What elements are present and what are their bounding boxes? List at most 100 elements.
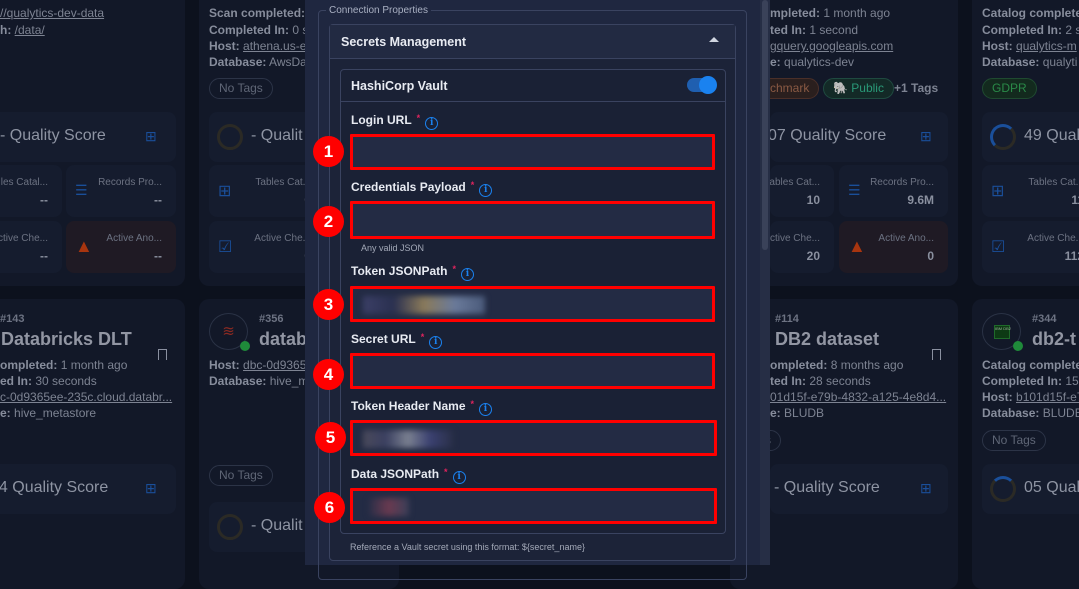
- hierarchy-icon[interactable]: ⊞: [920, 128, 932, 145]
- tag-pill-public: 🐘 Public: [823, 78, 894, 99]
- info-icon[interactable]: i: [425, 117, 439, 130]
- vault-toggle[interactable]: [687, 76, 717, 94]
- stat-value: 9.6M: [907, 193, 934, 207]
- more-tags[interactable]: +1 Tags: [894, 81, 938, 95]
- warning-icon: ▲: [848, 236, 866, 256]
- token-jsonpath-input[interactable]: [350, 286, 715, 322]
- stat-label: Records Pro...: [98, 177, 162, 188]
- database-value: hive_metastore: [14, 406, 97, 420]
- datastore-title[interactable]: DB2 dataset: [775, 329, 879, 350]
- token-header-name-label: Token Header Name * i: [351, 399, 493, 416]
- stat-label: ctive Che...: [0, 233, 48, 244]
- hierarchy-icon[interactable]: ⊞: [920, 480, 932, 497]
- datastore-card[interactable]: #143 Databricks DLT ompleted: 1 month ag…: [0, 299, 185, 589]
- info-icon[interactable]: i: [460, 268, 474, 281]
- databricks-avatar: ≋: [209, 313, 250, 351]
- stat-value: --: [40, 193, 48, 207]
- bookmark-icon[interactable]: [158, 349, 167, 360]
- datastore-id: #143: [0, 313, 25, 325]
- section-title: Secrets Management: [341, 35, 467, 49]
- database-label: Database:: [982, 406, 1040, 420]
- datastore-card[interactable]: //qualytics-dev-data h: /data/ s - Quali…: [0, 0, 185, 286]
- redacted-value: [369, 498, 409, 516]
- datastore-title[interactable]: datab: [259, 329, 307, 350]
- database-value: BLUDB: [1042, 406, 1079, 420]
- step-badge: 3: [313, 289, 344, 320]
- vault-title: HashiCorp Vault: [351, 79, 448, 93]
- info-icon[interactable]: i: [452, 471, 466, 484]
- database-label: e:: [770, 55, 781, 69]
- datastore-title[interactable]: Databricks DLT: [1, 329, 132, 350]
- completed-value: 1 month ago: [60, 358, 128, 372]
- completed-label: Completed In:: [209, 23, 289, 37]
- completed-label: Completed In:: [982, 23, 1062, 37]
- quality-score: - Qualit: [251, 127, 303, 144]
- info-icon[interactable]: i: [479, 403, 493, 416]
- database-label: e:: [770, 406, 781, 420]
- database-label: e:: [0, 406, 11, 420]
- stat-label: ables Cat...: [769, 177, 820, 188]
- secrets-management-header[interactable]: Secrets Management: [330, 25, 735, 59]
- stat-value: 11: [1071, 193, 1079, 207]
- stat-value: 112: [1064, 249, 1079, 263]
- datastore-title[interactable]: db2-t: [1032, 329, 1076, 350]
- login-url-input[interactable]: [350, 134, 715, 170]
- datastore-card[interactable]: Catalog complete Completed In: 2 s Host:…: [972, 0, 1079, 286]
- tag-pill: No Tags: [982, 430, 1046, 451]
- credentials-payload-input[interactable]: [350, 201, 715, 239]
- tag-pill: No Tags: [209, 465, 273, 486]
- secret-url-label: Secret URL * i: [351, 332, 443, 349]
- duration-label: ted In:: [770, 374, 806, 388]
- stat-label: ctive Che...: [769, 233, 820, 244]
- database-value: hive_m: [269, 374, 309, 388]
- chevron-up-icon[interactable]: [709, 37, 719, 42]
- host-link[interactable]: gquery.googleapis.com: [770, 39, 893, 53]
- database-label: Database:: [209, 55, 267, 69]
- quality-ring: [217, 124, 243, 150]
- secret-url-input[interactable]: [350, 353, 715, 389]
- datastore-id: #114: [775, 313, 799, 325]
- host-link[interactable]: c-0d9365ee-235c.cloud.databr...: [0, 390, 172, 404]
- host-link[interactable]: //qualytics-dev-data: [0, 6, 104, 20]
- host-link[interactable]: 01d15f-e79b-4832-a125-4e8d4...: [770, 390, 946, 404]
- scrollbar-thumb[interactable]: [762, 0, 768, 250]
- host-link[interactable]: athena.us-e: [243, 39, 306, 53]
- quality-score: 07 Quality Score: [768, 127, 887, 144]
- info-icon[interactable]: i: [479, 184, 493, 197]
- info-icon[interactable]: i: [429, 336, 443, 349]
- data-jsonpath-input[interactable]: [350, 488, 717, 524]
- duration-label: ted In:: [770, 23, 806, 37]
- datastore-id: #356: [259, 313, 284, 325]
- host-link[interactable]: dbc-0d9365: [243, 358, 306, 372]
- token-header-name-input[interactable]: [350, 420, 717, 456]
- tag-pill: No Tags: [209, 78, 273, 99]
- database-value: AwsDa: [269, 55, 307, 69]
- stat-value: 10: [806, 193, 820, 207]
- records-icon: ☰: [848, 182, 861, 198]
- completed-value: 15 s: [1065, 374, 1079, 388]
- completed-value: 2 s: [1065, 23, 1079, 37]
- table-icon: ⊞: [218, 183, 232, 200]
- completed-label: ompleted:: [770, 358, 828, 372]
- stat-value: --: [154, 193, 162, 207]
- vault-reference-hint: Reference a Vault secret using this form…: [350, 542, 585, 552]
- stat-label: Active Che...: [254, 233, 311, 244]
- duration-value: 1 second: [809, 23, 859, 37]
- data-jsonpath-label: Data JSONPath * i: [351, 467, 466, 484]
- duration-value: 28 seconds: [809, 374, 871, 388]
- hierarchy-icon[interactable]: ⊞: [145, 480, 157, 497]
- step-badge: 5: [315, 422, 346, 453]
- host-label: Host:: [982, 390, 1013, 404]
- host-link[interactable]: qualytics-m: [1016, 39, 1077, 53]
- step-badge: 4: [313, 359, 344, 390]
- quality-ring: [990, 476, 1016, 502]
- stat-label: Records Pro...: [870, 177, 934, 188]
- ibm-logo: IBM DB2: [994, 325, 1011, 339]
- path-link[interactable]: /data/: [15, 23, 45, 37]
- hierarchy-icon[interactable]: ⊞: [145, 128, 157, 145]
- datastore-card[interactable]: IBM DB2 #344 db2-t Catalog complete Comp…: [972, 299, 1079, 589]
- step-badge: 2: [313, 206, 344, 237]
- host-link[interactable]: b101d15f-e7: [1016, 390, 1079, 404]
- bookmark-icon[interactable]: [932, 349, 941, 360]
- completed-label: ompleted:: [0, 358, 58, 372]
